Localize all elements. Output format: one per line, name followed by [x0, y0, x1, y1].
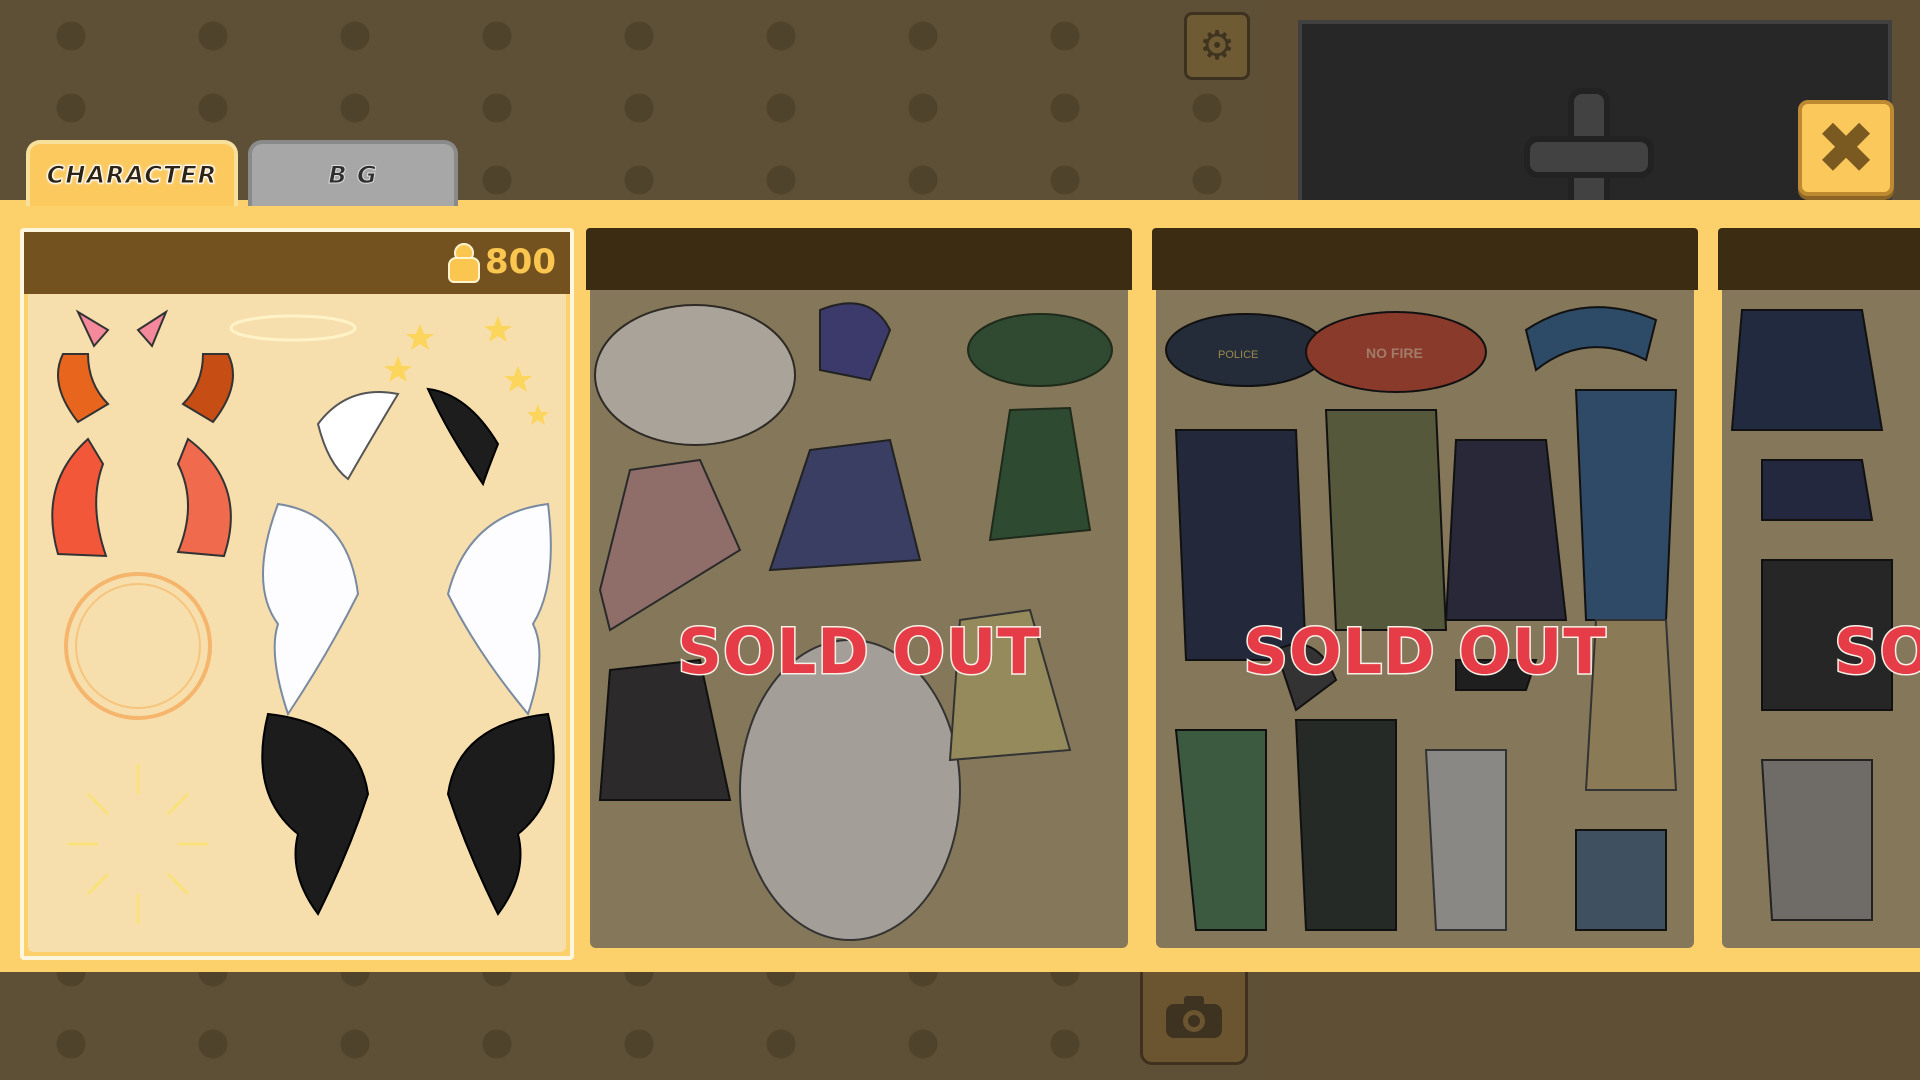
police-cap-text: POLICE — [1218, 349, 1258, 361]
card-header: 800 — [24, 232, 570, 294]
cookie-icon — [445, 243, 481, 283]
price-value: 800 — [485, 242, 556, 282]
card-preview: SOLD OUT — [590, 290, 1128, 948]
gear-icon: ⚙ — [1199, 23, 1235, 69]
sold-out-label: SOLD OUT — [1242, 614, 1607, 690]
card-header — [586, 228, 1132, 290]
camera-button[interactable] — [1140, 972, 1248, 1065]
close-icon: ✖ — [1815, 106, 1877, 190]
settings-button[interactable]: ⚙ — [1184, 12, 1250, 80]
card-preview: POLICE NO FIRE SOLD OUT — [1156, 290, 1694, 948]
pack-card-lolita[interactable]: SOLD OUT — [586, 228, 1132, 952]
item-pack-tray[interactable]: 800 SOLD OUT POLICE NO FIRE SOLD OUT SO — [0, 200, 1920, 972]
pack-card-angel-devil[interactable]: 800 — [20, 228, 574, 960]
camera-icon — [1166, 996, 1222, 1038]
card-preview — [28, 294, 566, 952]
tab-character-label: CHARACTER — [46, 161, 218, 190]
card-preview: SO — [1722, 290, 1920, 948]
sold-out-label: SOLD OUT — [676, 614, 1041, 690]
pack-card-uniforms[interactable]: POLICE NO FIRE SOLD OUT — [1152, 228, 1698, 952]
tab-bg[interactable]: B G — [248, 140, 458, 206]
price-tag: 800 — [445, 242, 556, 283]
sold-out-label: SO — [1833, 614, 1920, 690]
angel-devil-items-art — [51, 309, 555, 924]
card-header — [1152, 228, 1698, 290]
fire-helmet-text: NO FIRE — [1366, 345, 1423, 361]
pack-card-school[interactable]: SO — [1718, 228, 1920, 952]
tab-bg-label: B G — [328, 161, 378, 190]
tab-character[interactable]: CHARACTER — [26, 140, 238, 206]
close-button[interactable]: ✖ — [1798, 100, 1894, 196]
card-header — [1718, 228, 1920, 290]
plus-icon[interactable] — [1524, 78, 1654, 230]
